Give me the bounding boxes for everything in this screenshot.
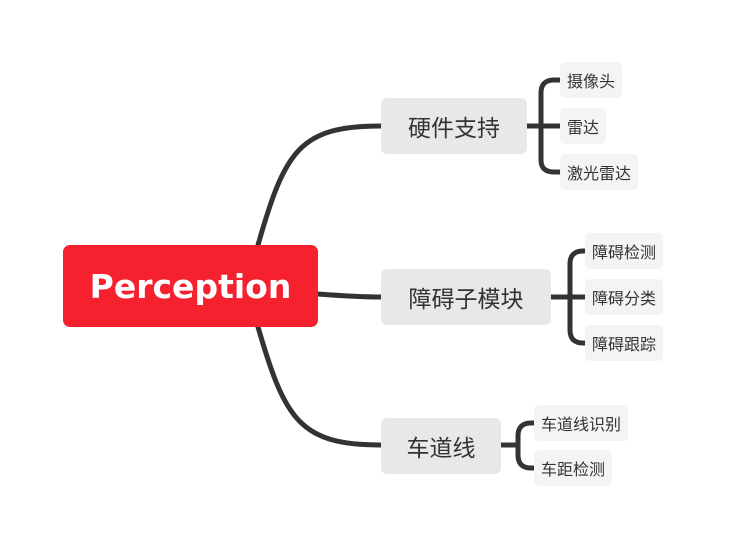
link-root-lane	[255, 324, 384, 448]
leaf-distance-detection[interactable]: 车距检测	[534, 450, 613, 486]
link-root-obstacle	[315, 291, 384, 300]
branch-obstacle[interactable]: 障碍子模块	[381, 269, 551, 325]
leaf-obstacle-tracking[interactable]: 障碍跟踪	[585, 325, 664, 361]
bracket-lane	[498, 420, 537, 471]
leaf-lane-recognition[interactable]: 车道线识别	[534, 405, 629, 441]
bracket-obstacle	[548, 248, 588, 346]
leaf-lidar[interactable]: 激光雷达	[560, 154, 639, 190]
root-node[interactable]: Perception	[63, 245, 318, 327]
leaf-radar[interactable]: 雷达	[560, 108, 607, 144]
link-root-hardware	[255, 123, 384, 248]
mind-map: Perception 硬件支持 障碍子模块 车道线 摄像头 雷达 激光雷达 障碍…	[0, 0, 731, 550]
bracket-hardware	[524, 77, 563, 175]
leaf-obstacle-detection[interactable]: 障碍检测	[585, 233, 664, 269]
branch-hardware[interactable]: 硬件支持	[381, 98, 527, 154]
branch-lane[interactable]: 车道线	[381, 418, 501, 474]
leaf-camera[interactable]: 摄像头	[560, 62, 623, 98]
leaf-obstacle-classification[interactable]: 障碍分类	[585, 279, 664, 315]
